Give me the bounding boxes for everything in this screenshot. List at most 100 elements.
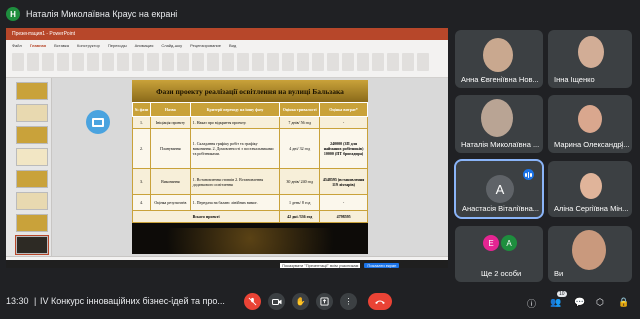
ribbon-tab[interactable]: Файл (12, 43, 22, 48)
ribbon-tool-icon[interactable] (132, 53, 144, 71)
mic-off-icon (248, 297, 257, 306)
ribbon-tools (6, 50, 448, 74)
slide-thumbnail[interactable] (16, 82, 48, 100)
participant-video (481, 99, 513, 137)
ribbon-tool-icon[interactable] (27, 53, 39, 71)
slide-thumbnail[interactable] (16, 126, 48, 144)
participant-tile[interactable]: Наталія Миколаївна ... (455, 95, 543, 153)
slide-table: № фази Назва Критерії переходу на іншу ф… (131, 102, 368, 223)
ribbon-tool-icon[interactable] (237, 53, 249, 71)
participant-video (580, 173, 602, 199)
table-row: 1. Ініціація проекту 1. Наказ про відкри… (132, 116, 368, 129)
slide-thumbnail[interactable] (16, 170, 48, 188)
presenter-label: Наталія Миколаївна Краус на екрані (26, 9, 178, 19)
participant-tile[interactable]: Анна Євгеніївна Нов... (455, 30, 543, 88)
cell: - (319, 116, 368, 129)
meeting-title: IV Конкурс інноваційних бізнес-ідей та п… (40, 296, 225, 306)
slide-thumbnail[interactable] (16, 148, 48, 166)
ribbon-tool-icon[interactable] (117, 53, 129, 71)
cell: 2. (132, 128, 151, 169)
ribbon-tab[interactable]: Вставка (54, 43, 69, 48)
ribbon-tool-icon[interactable] (207, 53, 219, 71)
ppt-ribbon: Файл Главная Вставка Конструктор Переходы Ани… (6, 40, 448, 78)
participant-video (483, 38, 513, 72)
slide-thumbnail[interactable] (15, 235, 49, 255)
host-controls-icon[interactable]: 🔒 (618, 297, 629, 308)
ribbon-tool-icon[interactable] (402, 53, 414, 71)
cell: 1. Складання графіку робіт та графіку ви… (189, 128, 281, 169)
cell: 4798595 (319, 210, 368, 223)
cell: Всього проекті (131, 210, 281, 223)
ribbon-tab[interactable]: Рецензирование (190, 43, 221, 48)
cell: 7 днів/ 56 год (279, 116, 321, 129)
ribbon-tool-icon[interactable] (357, 53, 369, 71)
participant-tile[interactable]: Марина Олександрі... ⋮ (548, 95, 632, 153)
participant-name: Анна Євгеніївна Нов... (461, 75, 539, 84)
more-options-button[interactable]: ⋮ (340, 293, 357, 310)
raise-hand-button[interactable]: ✋ (292, 293, 309, 310)
ribbon-tab[interactable]: Переходы (108, 43, 127, 48)
participant-tile[interactable]: Інна Іщенко (548, 30, 632, 88)
participant-video (578, 36, 604, 68)
ribbon-tool-icon[interactable] (12, 53, 24, 71)
slide-thumbnail[interactable] (16, 192, 48, 210)
ribbon-tool-icon[interactable] (267, 53, 279, 71)
participant-tile-active[interactable]: А Анастасія Віталіївна... (454, 159, 544, 219)
clock: 13:30 (6, 296, 29, 306)
present-screen-icon (320, 297, 329, 306)
more-participants-tile[interactable]: Е А Ще 2 особи (455, 226, 543, 282)
ribbon-tool-icon[interactable] (192, 53, 204, 71)
ribbon-tool-icon[interactable] (297, 53, 309, 71)
ribbon-tool-icon[interactable] (222, 53, 234, 71)
activities-icon[interactable]: ⬡ (596, 297, 604, 308)
ribbon-tab[interactable]: Конструктор (77, 43, 100, 48)
more-options-icon[interactable]: ⋮ (618, 141, 626, 150)
participant-video (578, 105, 602, 133)
bottom-control-bar: 13:30 | IV Конкурс інноваційних бізнес-і… (0, 285, 640, 319)
raise-hand-icon: ✋ (295, 297, 306, 306)
snackbar-button[interactable]: Показати екран (364, 262, 400, 268)
ribbon-tool-icon[interactable] (342, 53, 354, 71)
slide-title-band: Фази проекту реалізації освітлення на ву… (132, 80, 368, 102)
participant-name: Ви (554, 269, 564, 278)
participant-count-badge: 10 (557, 291, 567, 297)
ribbon-tool-icon[interactable] (312, 53, 324, 71)
ribbon-tool-icon[interactable] (57, 53, 69, 71)
ribbon-tool-icon[interactable] (327, 53, 339, 71)
ribbon-tool-icon[interactable] (162, 53, 174, 71)
ribbon-tool-icon[interactable] (42, 53, 54, 71)
ribbon-tool-icon[interactable] (102, 53, 114, 71)
ribbon-tool-icon[interactable] (177, 53, 189, 71)
camera-button[interactable] (268, 293, 285, 310)
participant-name: Наталія Миколаївна ... (461, 140, 540, 149)
meeting-details-icon[interactable]: ⓘ (527, 297, 536, 310)
ribbon-tab[interactable]: Слайд-шоу (161, 43, 182, 48)
ribbon-tab[interactable]: Анимация (135, 43, 154, 48)
leave-call-button[interactable] (368, 293, 392, 310)
slide-thumbnail[interactable] (16, 104, 48, 122)
participant-tile[interactable]: Аліна Сергіївна Мін... (548, 161, 632, 217)
ribbon-tool-icon[interactable] (282, 53, 294, 71)
ribbon-tab[interactable]: Главная (30, 43, 46, 48)
ribbon-tool-icon[interactable] (87, 53, 99, 71)
mic-off-button[interactable] (244, 293, 261, 310)
cell: 1. Встановлення стовпів 2. Встановлення … (189, 168, 281, 195)
present-button[interactable] (316, 293, 333, 310)
participant-avatar: А (501, 235, 517, 251)
ribbon-tool-icon[interactable] (252, 53, 264, 71)
cell: 1 день/ 8 год (279, 194, 321, 211)
ribbon-tool-icon[interactable] (387, 53, 399, 71)
self-tile[interactable]: Ви (548, 226, 632, 282)
col-header: Оцінка тривалості (279, 102, 321, 117)
ribbon-tool-icon[interactable] (147, 53, 159, 71)
cell: 1. Наказ про відкриття проекту. (189, 116, 281, 129)
slide-thumbnail[interactable] (16, 214, 48, 232)
ribbon-tool-icon[interactable] (372, 53, 384, 71)
ribbon-tool-icon[interactable] (72, 53, 84, 71)
cell: Ініціація проекту (149, 116, 191, 129)
people-icon[interactable]: 👥 (550, 297, 561, 308)
ribbon-tab[interactable]: Вид (229, 43, 236, 48)
ribbon-tool-icon[interactable] (417, 53, 429, 71)
participant-name: Аліна Сергіївна Мін... (554, 204, 629, 213)
chat-icon[interactable]: 💬 (574, 297, 585, 308)
